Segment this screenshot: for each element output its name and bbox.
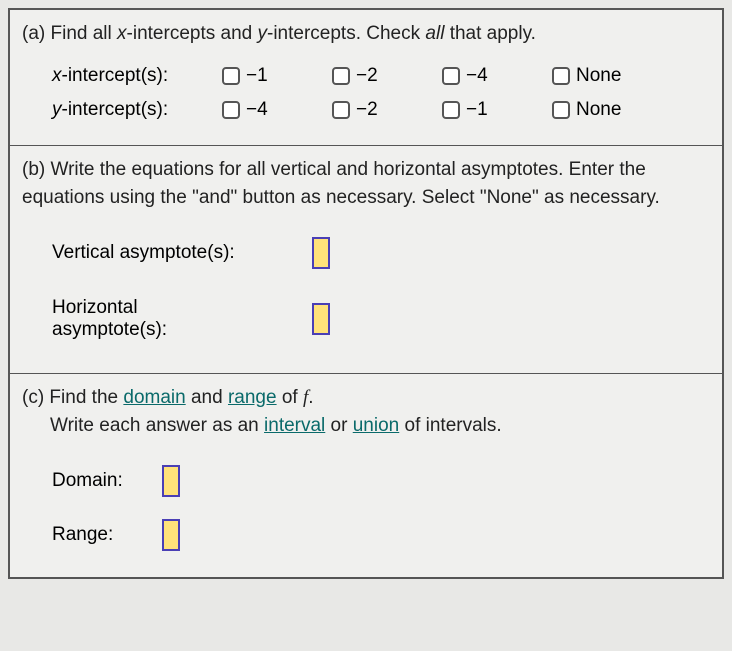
- text: -intercepts. Check: [267, 23, 425, 44]
- y-opt-1[interactable]: −4: [222, 99, 332, 121]
- horizontal-asymptote-input[interactable]: [312, 303, 330, 335]
- y-var: y: [52, 99, 62, 120]
- text: -intercepts and: [127, 23, 258, 44]
- range-label: Range:: [52, 524, 162, 546]
- text: that apply.: [444, 23, 536, 44]
- section-c: (c) Find the domain and range of f. Writ…: [10, 374, 722, 577]
- question-container: (a) Find all x-intercepts and y-intercep…: [8, 8, 724, 579]
- text: or: [325, 415, 352, 436]
- checkbox-icon[interactable]: [222, 67, 240, 85]
- y-var: y: [258, 23, 268, 44]
- horizontal-asymptote-label: Horizontal asymptote(s):: [52, 297, 312, 341]
- x-var: x: [52, 65, 62, 86]
- horizontal-asymptote-row: Horizontal asymptote(s):: [22, 283, 710, 355]
- text: asymptote(s):: [52, 319, 312, 341]
- domain-label: Domain:: [52, 470, 162, 492]
- checkbox-icon[interactable]: [442, 101, 460, 119]
- vertical-asymptote-label: Vertical asymptote(s):: [52, 242, 312, 264]
- section-a: (a) Find all x-intercepts and y-intercep…: [10, 10, 722, 146]
- checkbox-icon[interactable]: [552, 67, 570, 85]
- y-opt-3[interactable]: −1: [442, 99, 552, 121]
- opt-label: −1: [246, 65, 268, 87]
- range-link[interactable]: range: [228, 387, 277, 408]
- text: (a) Find all: [22, 23, 117, 44]
- prompt-c-line2: Write each answer as an interval or unio…: [22, 415, 502, 436]
- interval-link[interactable]: interval: [264, 415, 325, 436]
- text: of: [277, 387, 303, 408]
- domain-input[interactable]: [162, 465, 180, 497]
- range-input[interactable]: [162, 519, 180, 551]
- vertical-asymptote-input[interactable]: [312, 237, 330, 269]
- text: -intercept(s):: [62, 65, 169, 86]
- checkbox-icon[interactable]: [332, 67, 350, 85]
- prompt-c: (c) Find the domain and range of f. Writ…: [22, 384, 710, 441]
- opt-label: −1: [466, 99, 488, 121]
- range-row: Range:: [22, 505, 710, 559]
- text: .: [308, 387, 313, 408]
- checkbox-icon[interactable]: [442, 67, 460, 85]
- text: Write each answer as an: [50, 415, 264, 436]
- y-opt-none[interactable]: None: [552, 99, 662, 121]
- y-opt-2[interactable]: −2: [332, 99, 442, 121]
- union-link[interactable]: union: [353, 415, 400, 436]
- x-opt-2[interactable]: −2: [332, 65, 442, 87]
- x-intercept-row: x-intercept(s): −1 −2 −4 None: [22, 59, 710, 93]
- all-italic: all: [425, 23, 444, 44]
- text: Horizontal: [52, 297, 312, 319]
- x-opt-3[interactable]: −4: [442, 65, 552, 87]
- text: and: [186, 387, 228, 408]
- prompt-a: (a) Find all x-intercepts and y-intercep…: [22, 20, 710, 49]
- checkbox-icon[interactable]: [222, 101, 240, 119]
- section-b: (b) Write the equations for all vertical…: [10, 146, 722, 374]
- domain-link[interactable]: domain: [123, 387, 185, 408]
- opt-label: None: [576, 65, 621, 87]
- x-opt-none[interactable]: None: [552, 65, 662, 87]
- opt-label: None: [576, 99, 621, 121]
- opt-label: −2: [356, 99, 378, 121]
- x-intercept-label: x-intercept(s):: [52, 65, 222, 87]
- opt-label: −4: [246, 99, 268, 121]
- domain-row: Domain:: [22, 451, 710, 505]
- prompt-b: (b) Write the equations for all vertical…: [22, 156, 710, 213]
- checkbox-icon[interactable]: [332, 101, 350, 119]
- x-opt-1[interactable]: −1: [222, 65, 332, 87]
- vertical-asymptote-row: Vertical asymptote(s):: [22, 223, 710, 283]
- text: (c) Find the: [22, 387, 123, 408]
- y-intercept-label: y-intercept(s):: [52, 99, 222, 121]
- opt-label: −2: [356, 65, 378, 87]
- checkbox-icon[interactable]: [552, 101, 570, 119]
- text: of intervals.: [399, 415, 501, 436]
- y-intercept-row: y-intercept(s): −4 −2 −1 None: [22, 93, 710, 127]
- x-var: x: [117, 23, 127, 44]
- opt-label: −4: [466, 65, 488, 87]
- text: -intercept(s):: [62, 99, 169, 120]
